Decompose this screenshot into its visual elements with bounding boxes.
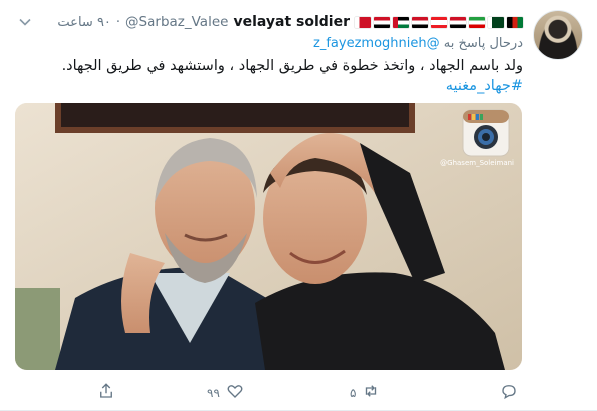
reply-icon bbox=[500, 382, 518, 403]
retweet-icon bbox=[362, 382, 380, 403]
afghanistan-flag bbox=[507, 16, 523, 28]
reply-prefix: درحال پاسخ به bbox=[443, 36, 523, 51]
tweet-text: ولد باسم الجهاد ، واتخذ خطوة في طريق الج… bbox=[3, 56, 523, 96]
reply-mention-link[interactable]: @z_fayezmoghnieh bbox=[313, 36, 440, 51]
chevron-down-icon[interactable] bbox=[18, 14, 32, 28]
tweet-card[interactable]: velayat soldier @Sarbaz_Valee · ۹۰ ساعت … bbox=[0, 0, 597, 411]
tweet-body: ولد باسم الجهاد ، واتخذ خطوة في طريق الج… bbox=[61, 58, 523, 74]
display-name[interactable]: velayat soldier bbox=[233, 14, 350, 30]
like-button[interactable]: ۹۹ bbox=[207, 382, 244, 403]
separator-dot: · bbox=[115, 14, 121, 30]
reply-button[interactable] bbox=[500, 382, 524, 403]
retweet-button[interactable]: ۵ bbox=[350, 382, 380, 403]
yemen-flag bbox=[374, 16, 390, 28]
lebanon-flag bbox=[431, 16, 447, 28]
retweet-count: ۵ bbox=[350, 385, 357, 400]
pakistan-flag bbox=[488, 16, 504, 28]
like-count: ۹۹ bbox=[207, 385, 220, 400]
avatar[interactable] bbox=[533, 10, 583, 60]
heart-icon bbox=[226, 382, 244, 403]
bahrain-flag bbox=[355, 16, 371, 28]
tweet-actions: ۵ ۹۹ bbox=[0, 382, 597, 404]
tweet-photo[interactable]: @Ghasem_Soleimani bbox=[15, 103, 522, 370]
share-button[interactable] bbox=[97, 382, 121, 403]
tweet-header: velayat soldier @Sarbaz_Valee · ۹۰ ساعت bbox=[57, 12, 523, 32]
share-icon bbox=[97, 382, 115, 403]
syria-flag bbox=[412, 16, 428, 28]
reply-context: درحال پاسخ به @z_fayezmoghnieh bbox=[313, 36, 523, 51]
photo-watermark: @Ghasem_Soleimani bbox=[440, 159, 514, 167]
palestine-flag bbox=[393, 16, 409, 28]
hashtag-link[interactable]: #جهاد_مغنيه bbox=[3, 76, 523, 96]
flag-emoji-list bbox=[355, 16, 523, 28]
iran-flag bbox=[469, 16, 485, 28]
user-handle[interactable]: @Sarbaz_Valee bbox=[125, 14, 228, 30]
photo-illustration bbox=[15, 103, 522, 370]
tweet-timestamp[interactable]: ۹۰ ساعت bbox=[57, 15, 110, 30]
instagram-logo-icon bbox=[462, 109, 510, 157]
iraq-flag bbox=[450, 16, 466, 28]
